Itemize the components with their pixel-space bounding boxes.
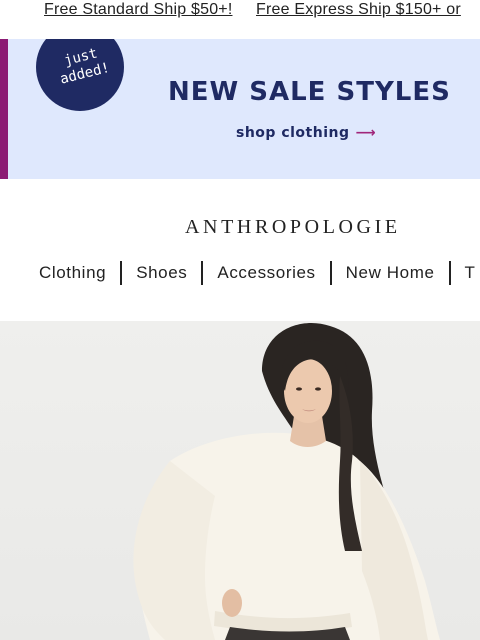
free-standard-shipping-link[interactable]: Free Standard Ship $50+! — [44, 1, 232, 19]
nav-divider — [448, 261, 451, 285]
sale-banner[interactable]: just added! NEW SALE STYLES shop clothin… — [0, 39, 480, 179]
nav-divider — [120, 261, 123, 285]
hero-image[interactable] — [0, 321, 480, 640]
nav-item-clothing[interactable]: Clothing — [39, 263, 106, 283]
main-nav: Clothing Shoes Accessories New Home T — [39, 261, 476, 285]
free-express-shipping-link[interactable]: Free Express Ship $150+ or — [256, 1, 461, 19]
banner-title: NEW SALE STYLES — [168, 77, 451, 107]
badge-text: just added! — [45, 41, 121, 91]
nav-item-accessories[interactable]: Accessories — [217, 263, 315, 283]
nav-item-truncated[interactable]: T — [465, 263, 476, 283]
banner-accent-stripe — [0, 39, 8, 179]
model-photo-illustration — [133, 323, 440, 640]
site-header: ANTHROPOLOGIE Clothing Shoes Accessories… — [0, 179, 480, 321]
shop-clothing-label: shop clothing — [236, 125, 350, 141]
shipping-promo-bar: Free Standard Ship $50+! Free Express Sh… — [0, 0, 480, 39]
nav-divider — [201, 261, 204, 285]
just-added-badge: just added! — [36, 39, 124, 111]
brand-logo[interactable]: ANTHROPOLOGIE — [185, 216, 401, 239]
nav-item-shoes[interactable]: Shoes — [136, 263, 187, 283]
nav-divider — [329, 261, 332, 285]
arrow-right-icon: ⟶ — [355, 125, 377, 141]
nav-item-new-home[interactable]: New Home — [346, 263, 435, 283]
shop-clothing-link[interactable]: shop clothing ⟶ — [236, 125, 376, 141]
